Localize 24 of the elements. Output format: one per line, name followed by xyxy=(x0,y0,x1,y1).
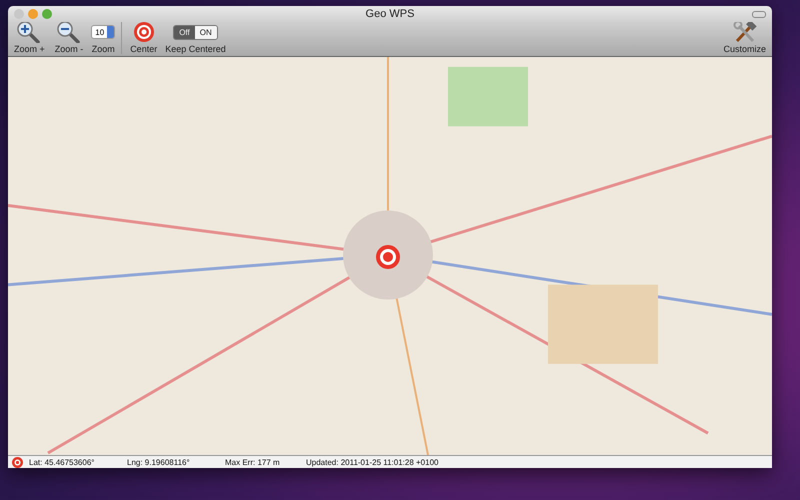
toolbar-label: Keep Centered xyxy=(165,44,226,54)
zoom-out-icon xyxy=(57,21,82,43)
max-error-text: Max Err: 177 m xyxy=(225,458,281,466)
window-title: Geo WPS xyxy=(366,8,414,20)
zoom-button[interactable] xyxy=(42,9,52,19)
longitude-text: Lng: 9.19608116° xyxy=(127,458,191,466)
updated-text: Updated: 2011-01-25 11:01:28 +0100 xyxy=(306,458,438,466)
close-button[interactable] xyxy=(14,9,24,19)
toolbar-toggle-button[interactable] xyxy=(752,10,766,18)
target-icon xyxy=(12,456,23,468)
toggle-option[interactable]: ON xyxy=(194,26,217,39)
minimize-button[interactable] xyxy=(28,9,38,19)
zoom-in-button[interactable]: Zoom + xyxy=(12,21,47,54)
latitude-text: Lat: 45.46753606° xyxy=(29,458,96,466)
zoom-stepper[interactable]: 10 xyxy=(91,25,116,39)
customize-button[interactable]: Customize xyxy=(721,21,768,54)
target-icon xyxy=(132,21,155,43)
toggle-option[interactable]: Off xyxy=(174,26,195,39)
zoom-out-button[interactable]: Zoom - xyxy=(52,21,86,54)
center-button[interactable]: Center xyxy=(121,21,160,54)
location-marker-icon xyxy=(375,244,401,270)
zoom-in-icon xyxy=(17,21,42,43)
toggle-switch[interactable]: Off ON xyxy=(173,25,218,40)
toolbar-label: Zoom xyxy=(92,44,115,54)
